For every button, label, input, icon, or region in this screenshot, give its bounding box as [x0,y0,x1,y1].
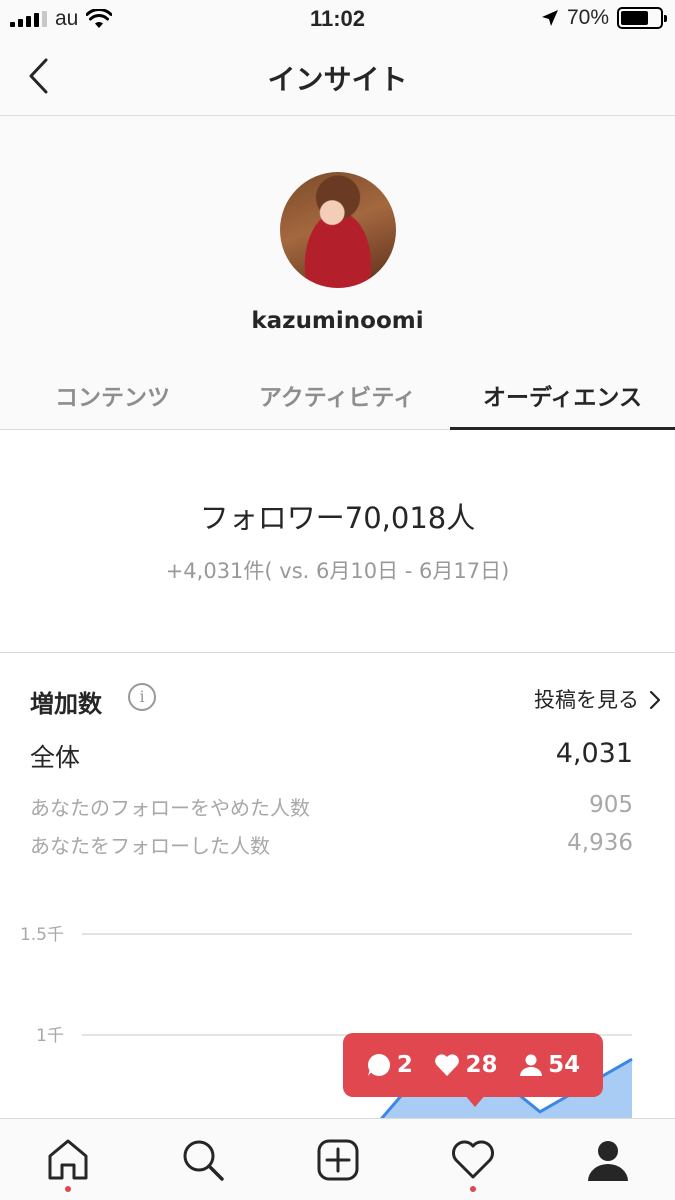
search-icon [183,1140,224,1181]
y-tick-label: 1千 [36,1026,64,1046]
insight-tabs: コンテンツ アクティビティ オーディエンス [0,362,675,430]
growth-row-unfollowed: あなたのフォローをやめた人数 905 [30,792,633,821]
activity-notification[interactable]: 2 28 54 [343,1033,603,1097]
heart-icon [435,1054,460,1076]
bottom-tab-bar [0,1118,675,1200]
tab-audience[interactable]: オーディエンス [450,362,675,430]
tab-new-post[interactable] [270,1119,405,1200]
followers-total: フォロワー70,018人 [199,501,476,535]
tab-profile[interactable] [540,1119,675,1200]
growth-row-followed: あなたをフォローした人数 4,936 [30,830,633,859]
growth-label: あなたをフォローした人数 [30,834,270,858]
growth-value: 4,031 [555,738,633,769]
avatar [280,172,396,288]
status-bar: au 11:02 70% [0,0,675,38]
nav-header: インサイト [0,38,675,116]
tab-activity-feed[interactable] [405,1119,540,1200]
growth-value: 4,936 [567,830,633,856]
activity-notification-dot [469,1186,476,1192]
notification-pointer [464,1094,486,1107]
growth-label: 全体 [30,743,81,772]
battery-percent: 70% [566,6,609,29]
growth-value: 905 [589,792,633,818]
home-icon [48,1139,87,1179]
comment-icon [367,1053,390,1076]
profile-icon [587,1140,628,1181]
profile-header: kazuminoomi コンテンツ アクティビティ オーディエンス [0,116,675,430]
username: kazuminoomi [251,308,424,334]
growth-row-total: 全体 4,031 [30,738,633,774]
chevron-right-icon [649,690,661,710]
growth-title: 増加数 [30,690,102,718]
notif-followers-count: 54 [548,1052,581,1078]
notif-likes: 28 [434,1052,497,1078]
notif-likes-count: 28 [465,1052,498,1078]
tab-search[interactable] [135,1119,270,1200]
heart-outline-icon [451,1140,494,1178]
y-tick-label: 1.5千 [20,925,64,945]
battery-icon [617,7,667,29]
person-icon [520,1054,543,1076]
page-title: インサイト [267,63,408,96]
tab-activity[interactable]: アクティビティ [225,362,450,430]
location-arrow-icon [541,10,558,26]
growth-label: あなたのフォローをやめた人数 [30,796,310,820]
home-notification-dot [64,1186,71,1192]
tab-content[interactable]: コンテンツ [0,362,225,430]
notif-followers: 54 [519,1052,580,1078]
notif-comments-count: 2 [396,1052,413,1078]
followers-summary: フォロワー70,018人 +4,031件( vs. 6月10日 - 6月17日) [0,431,675,653]
add-post-icon [317,1139,358,1180]
tab-home[interactable] [0,1119,135,1200]
followers-change: +4,031件( vs. 6月10日 - 6月17日) [165,559,510,583]
notif-comments: 2 [366,1052,413,1078]
view-posts-link[interactable]: 投稿を見る [534,684,639,714]
info-icon[interactable]: i [128,683,156,711]
